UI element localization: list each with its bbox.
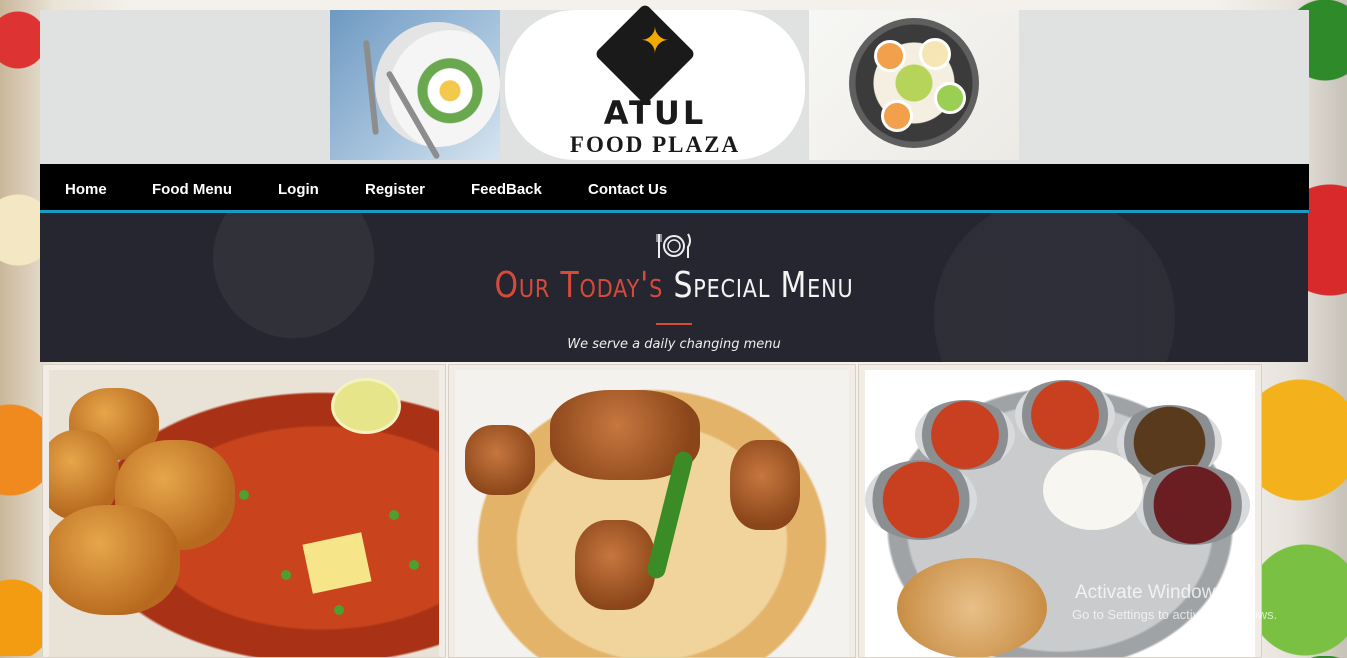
- special-menu-banner: Our Today's Special Menu We serve a dail…: [40, 213, 1308, 362]
- gallery-card-biryani[interactable]: [448, 364, 856, 658]
- nav-register[interactable]: Register: [365, 164, 425, 210]
- nav-contact-us[interactable]: Contact Us: [588, 164, 667, 210]
- os-activation-watermark: Activate Windows: [1075, 582, 1225, 603]
- nav-login[interactable]: Login: [278, 164, 319, 210]
- header-photo-breakfast: [330, 10, 500, 160]
- lemon-slice-shape: [331, 378, 401, 434]
- gallery-card-pav-bhaji[interactable]: [42, 364, 446, 658]
- roti-shape: [897, 558, 1047, 657]
- bun-shape: [49, 505, 180, 615]
- plate-shape: [849, 18, 979, 148]
- header-photo-dishes: [809, 10, 1019, 160]
- banner-title-accent: Our Today's: [494, 265, 664, 306]
- plate-cutlery-icon: [656, 233, 691, 258]
- pea-shape: [409, 560, 419, 570]
- rice-shape: [1043, 450, 1143, 530]
- pea-shape: [239, 490, 249, 500]
- biryani-photo: [455, 370, 849, 657]
- logo-subtitle: FOOD PLAZA: [569, 132, 741, 157]
- bowl-shape: [874, 40, 906, 72]
- bowl-shape: [881, 100, 913, 132]
- bowl-shape: [934, 82, 966, 114]
- chicken-shape: [575, 520, 655, 610]
- site-logo[interactable]: ✦ ATUL FOOD PLAZA: [505, 3, 805, 160]
- katori-shape: [915, 400, 1015, 470]
- logo-title: ATUL: [603, 94, 707, 132]
- logo-flame-icon: ✦: [639, 20, 671, 61]
- katori-shape: [865, 460, 977, 540]
- katori-shape: [1015, 380, 1115, 450]
- banner-subtitle: We serve a daily changing menu: [567, 337, 781, 352]
- main-nav: Home Food Menu Login Register FeedBack C…: [40, 164, 1309, 213]
- banner-divider: [656, 323, 692, 325]
- pav-bhaji-photo: [49, 370, 439, 657]
- nav-feedback[interactable]: FeedBack: [471, 164, 542, 210]
- header: ✦ ATUL FOOD PLAZA: [40, 3, 1309, 164]
- banner-title-main: Special Menu: [673, 265, 854, 306]
- os-activation-hint: Go to Settings to activate Windows.: [1072, 607, 1278, 622]
- nav-home[interactable]: Home: [65, 164, 107, 210]
- butter-shape: [302, 532, 372, 594]
- chicken-shape: [730, 440, 800, 530]
- katori-shape: [1135, 465, 1250, 545]
- pea-shape: [389, 510, 399, 520]
- chicken-shape: [465, 425, 535, 495]
- nav-food-menu[interactable]: Food Menu: [152, 164, 232, 210]
- bowl-shape: [919, 38, 951, 70]
- banner-title: Our Today's Special Menu: [148, 265, 1200, 306]
- pea-shape: [281, 570, 291, 580]
- pea-shape: [334, 605, 344, 615]
